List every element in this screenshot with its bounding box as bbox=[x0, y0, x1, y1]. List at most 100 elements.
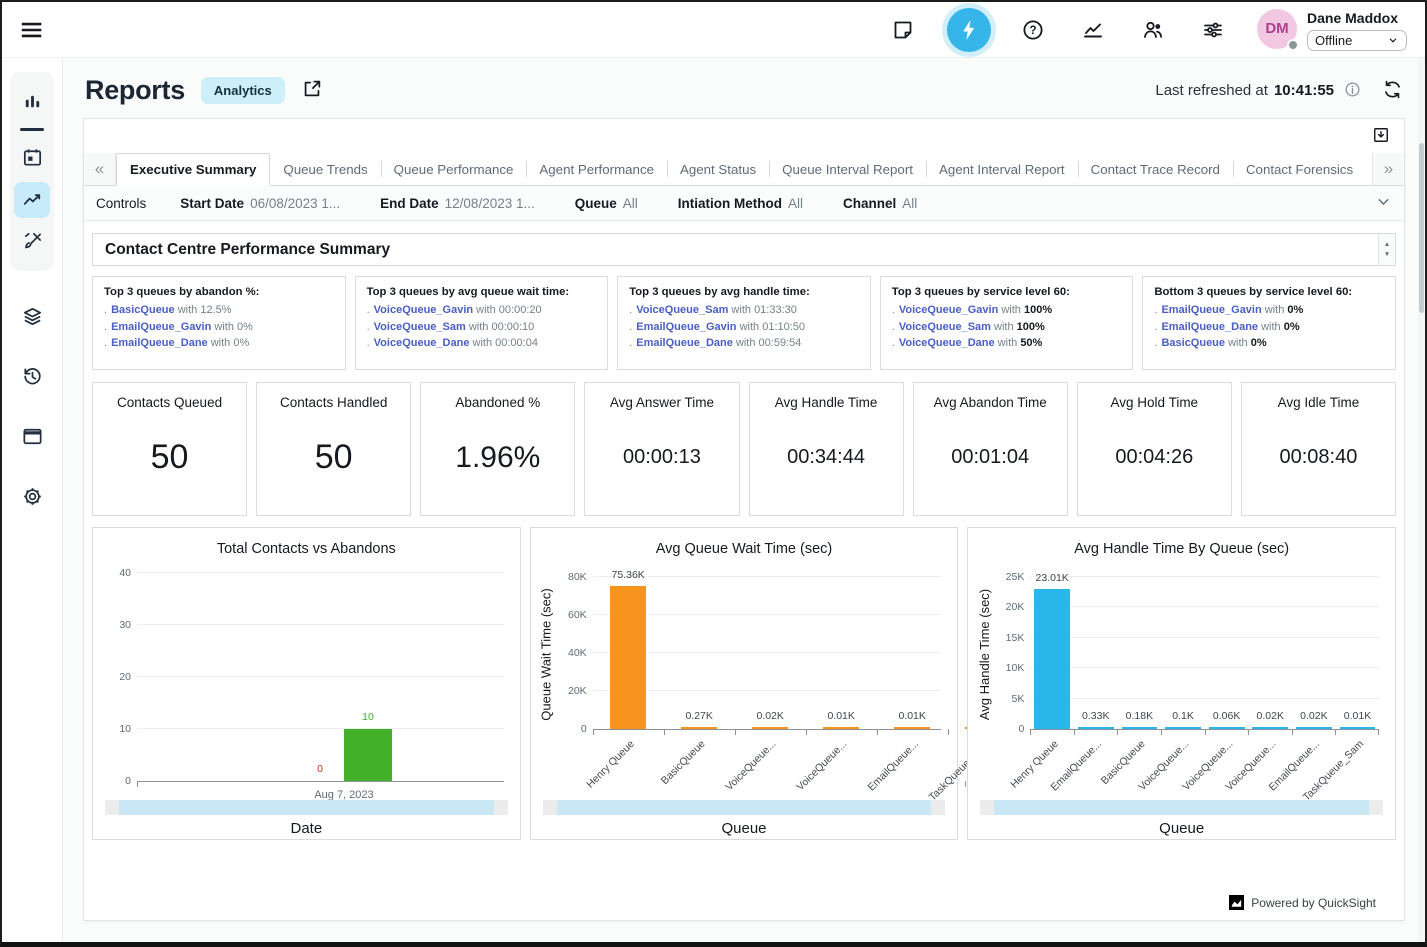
tab-contact-trace-record[interactable]: Contact Trace Record bbox=[1078, 153, 1233, 185]
avatar[interactable]: DM bbox=[1257, 9, 1297, 49]
chart-scrollbar[interactable] bbox=[980, 800, 1383, 815]
queue-link[interactable]: EmailQueue_Dane bbox=[111, 337, 208, 349]
queue-link[interactable]: VoiceQueue_Dane bbox=[374, 337, 470, 349]
summary-item: .EmailQueue_Dane with 00:59:54 bbox=[629, 337, 859, 349]
filter-value: 12/08/2023 1... bbox=[445, 196, 535, 211]
queue-link[interactable]: EmailQueue_Dane bbox=[636, 337, 733, 349]
queue-link[interactable]: VoiceQueue_Dane bbox=[899, 337, 995, 349]
queue-link[interactable]: BasicQueue bbox=[1161, 337, 1225, 349]
queue-link[interactable]: EmailQueue_Gavin bbox=[111, 321, 211, 333]
x-axis-label: BasicQueue bbox=[664, 736, 735, 806]
info-button[interactable] bbox=[1343, 80, 1362, 102]
gridline bbox=[137, 572, 504, 573]
section-header: Contact Centre Performance Summary ▲▼ bbox=[92, 233, 1396, 266]
bullet: . bbox=[104, 321, 107, 333]
chart-scrollbar[interactable] bbox=[543, 800, 946, 815]
chart-scrollbar-thumb[interactable] bbox=[557, 800, 931, 815]
tabs-scroll-left[interactable]: « bbox=[84, 153, 116, 185]
topbar-actions: ? bbox=[861, 8, 1231, 52]
queue-link[interactable]: EmailQueue_Gavin bbox=[1161, 304, 1261, 316]
sidebar-item-window[interactable] bbox=[14, 419, 50, 455]
filter-end-date[interactable]: End Date12/08/2023 1... bbox=[380, 196, 535, 211]
chart-scrollbar-thumb[interactable] bbox=[119, 800, 493, 815]
filter-queue[interactable]: QueueAll bbox=[575, 196, 638, 211]
tab-agent-status[interactable]: Agent Status bbox=[667, 153, 769, 185]
summary-card: Top 3 queues by service level 60:.VoiceQ… bbox=[880, 276, 1134, 370]
filter-value: All bbox=[623, 196, 638, 211]
sidebar-item-dashboard[interactable] bbox=[14, 83, 50, 119]
bar bbox=[1340, 727, 1376, 729]
queue-link[interactable]: VoiceQueue_Gavin bbox=[899, 304, 998, 316]
kpi-card-avg-hold-time: Avg Hold Time00:04:26 bbox=[1077, 382, 1232, 516]
chart-scrollbar-thumb[interactable] bbox=[994, 800, 1368, 815]
queue-link[interactable]: VoiceQueue_Sam bbox=[374, 321, 466, 333]
help-icon: ? bbox=[1021, 18, 1045, 42]
sidebar-group bbox=[10, 72, 54, 271]
tab-contact-forensics[interactable]: Contact Forensics bbox=[1233, 153, 1366, 185]
gridline bbox=[1030, 667, 1379, 668]
open-external-button[interactable] bbox=[301, 78, 323, 103]
design-brush-icon bbox=[21, 230, 44, 253]
sidebar-item-layers[interactable] bbox=[14, 299, 50, 335]
tab-queue-trends[interactable]: Queue Trends bbox=[270, 153, 380, 185]
filter-start-date[interactable]: Start Date06/08/2023 1... bbox=[180, 196, 340, 211]
tab-agent-performance[interactable]: Agent Performance bbox=[526, 153, 667, 185]
window-scrollbar[interactable] bbox=[1418, 59, 1425, 942]
sidebar-item-history[interactable] bbox=[14, 359, 50, 395]
x-axis-title: Queue bbox=[968, 820, 1395, 837]
x-axis-title: Queue bbox=[531, 820, 958, 837]
notes-icon bbox=[891, 18, 915, 42]
bar bbox=[610, 586, 646, 729]
filter-channel[interactable]: ChannelAll bbox=[843, 196, 917, 211]
sidebar-item-schedule[interactable] bbox=[14, 140, 50, 176]
summary-item: .VoiceQueue_Sam with 100% bbox=[892, 321, 1122, 333]
top-bar: ? DM Dane Maddox Offline bbox=[2, 2, 1425, 58]
queue-link[interactable]: EmailQueue_Gavin bbox=[636, 321, 736, 333]
last-refreshed-label: Last refreshed at bbox=[1155, 82, 1268, 99]
scrollbar-thumb[interactable] bbox=[1419, 143, 1424, 313]
settings-sliders-icon[interactable] bbox=[1195, 12, 1231, 48]
queue-link[interactable]: BasicQueue bbox=[111, 304, 175, 316]
info-icon bbox=[1343, 80, 1362, 99]
sidebar-item-settings[interactable] bbox=[14, 479, 50, 515]
chart-scrollbar[interactable] bbox=[105, 800, 508, 815]
summary-item: .VoiceQueue_Dane with 00:00:04 bbox=[367, 337, 597, 349]
y-tick-label: 60K bbox=[551, 609, 587, 621]
gridline bbox=[1030, 637, 1379, 638]
filter-value: 06/08/2023 1... bbox=[250, 196, 340, 211]
y-tick-label: 0 bbox=[551, 723, 587, 735]
x-axis-label: Henry Queue bbox=[593, 736, 664, 806]
summary-value: 0% bbox=[1284, 321, 1300, 333]
report-panel: «Executive SummaryQueue TrendsQueue Perf… bbox=[83, 118, 1405, 921]
queue-link[interactable]: VoiceQueue_Gavin bbox=[374, 304, 473, 316]
bar bbox=[752, 727, 788, 729]
settings-sliders-icon bbox=[1201, 18, 1225, 42]
quick-actions-icon[interactable] bbox=[947, 8, 991, 52]
metrics-icon[interactable] bbox=[1075, 12, 1111, 48]
sidebar-item-design[interactable] bbox=[14, 224, 50, 260]
bar bbox=[1122, 727, 1158, 729]
refresh-button[interactable] bbox=[1382, 79, 1403, 103]
queue-link[interactable]: EmailQueue_Dane bbox=[1161, 321, 1258, 333]
bullet: . bbox=[104, 337, 107, 349]
tab-queue-performance[interactable]: Queue Performance bbox=[381, 153, 527, 185]
sidebar-item-reports[interactable] bbox=[14, 182, 50, 218]
tabs-scroll-right[interactable]: » bbox=[1372, 153, 1404, 185]
agent-status-select[interactable]: Offline bbox=[1307, 30, 1407, 51]
axis-tick bbox=[806, 729, 807, 735]
queue-link[interactable]: VoiceQueue_Sam bbox=[636, 304, 728, 316]
last-refreshed-time: 10:41:55 bbox=[1274, 82, 1334, 99]
download-button[interactable] bbox=[1371, 125, 1391, 148]
queue-link[interactable]: VoiceQueue_Sam bbox=[899, 321, 991, 333]
agents-icon[interactable] bbox=[1135, 12, 1171, 48]
tab-agent-interval-report[interactable]: Agent Interval Report bbox=[926, 153, 1078, 185]
filter-intiation-method[interactable]: Intiation MethodAll bbox=[678, 196, 803, 211]
tab-executive-summary[interactable]: Executive Summary bbox=[116, 153, 270, 186]
controls-collapse-button[interactable] bbox=[1375, 193, 1392, 213]
section-scrollbar[interactable]: ▲▼ bbox=[1378, 234, 1395, 265]
help-icon[interactable]: ? bbox=[1015, 12, 1051, 48]
kpi-value: 00:01:04 bbox=[951, 446, 1029, 469]
menu-button[interactable] bbox=[18, 17, 44, 43]
notes-icon[interactable] bbox=[885, 12, 921, 48]
tab-queue-interval-report[interactable]: Queue Interval Report bbox=[769, 153, 926, 185]
